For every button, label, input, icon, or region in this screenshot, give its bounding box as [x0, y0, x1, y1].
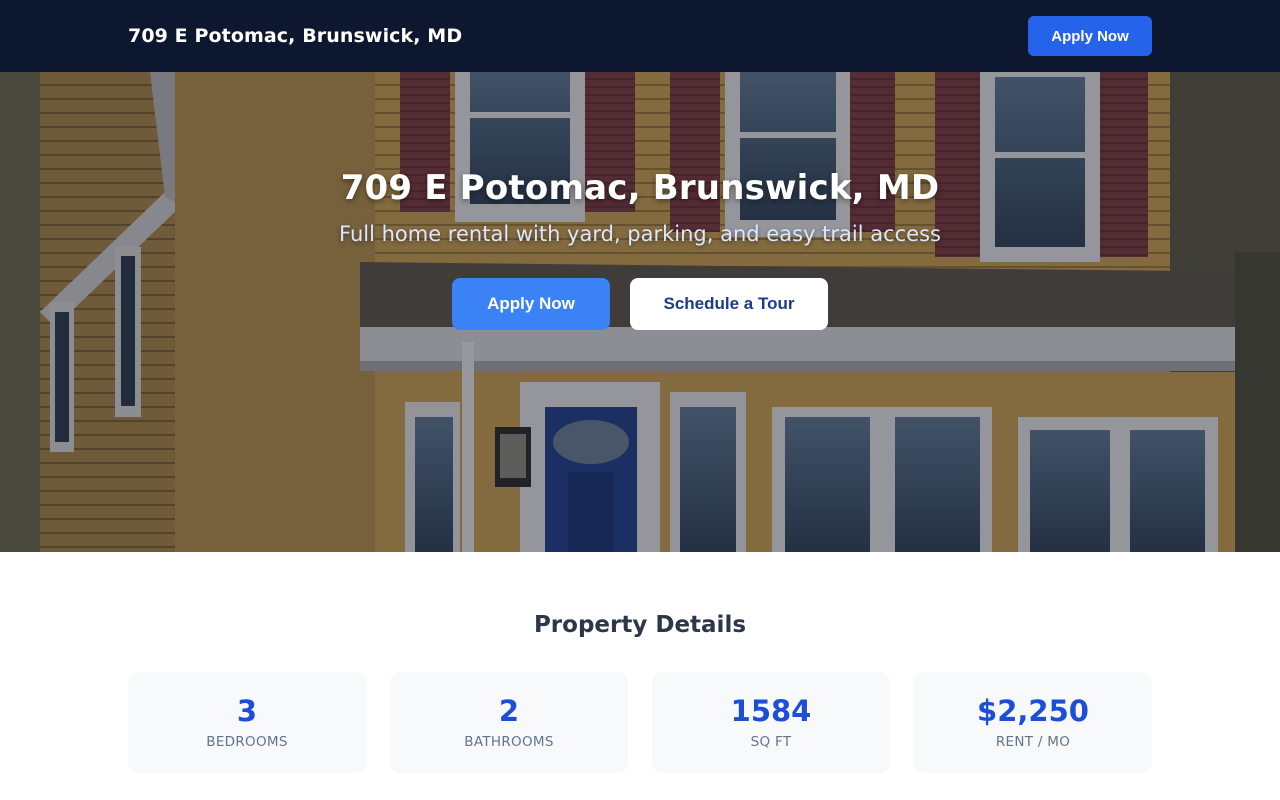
stat-value: $2,250: [977, 694, 1089, 728]
hero-title: 709 E Potomac, Brunswick, MD: [340, 168, 940, 208]
top-navbar: 709 E Potomac, Brunswick, MD Apply Now: [0, 0, 1280, 72]
stats-grid: 3 BEDROOMS 2 BATHROOMS 1584 SQ FT $2,250…: [128, 672, 1152, 773]
stat-value: 3: [236, 694, 258, 728]
hero-subtitle: Full home rental with yard, parking, and…: [339, 222, 941, 246]
stat-card-bathrooms: 2 BATHROOMS: [390, 672, 628, 773]
stat-card-bedrooms: 3 BEDROOMS: [128, 672, 366, 773]
stat-label: SQ FT: [750, 734, 792, 750]
stat-label: RENT / MO: [995, 734, 1071, 750]
hero-section: 709 E Potomac, Brunswick, MD Full home r…: [0, 72, 1280, 552]
hero-content: 709 E Potomac, Brunswick, MD Full home r…: [0, 72, 1280, 552]
hero-apply-button[interactable]: Apply Now: [452, 278, 610, 330]
nav-apply-button[interactable]: Apply Now: [1028, 16, 1152, 56]
site-title[interactable]: 709 E Potomac, Brunswick, MD: [128, 25, 462, 47]
stat-label: BEDROOMS: [206, 734, 288, 750]
schedule-tour-button[interactable]: Schedule a Tour: [630, 278, 828, 330]
stat-card-sqft: 1584 SQ FT: [652, 672, 890, 773]
details-title: Property Details: [533, 612, 747, 638]
stat-value: 2: [498, 694, 520, 728]
hero-buttons: Apply Now Schedule a Tour: [452, 278, 828, 330]
stat-label: BATHROOMS: [464, 734, 554, 750]
property-details-section: Property Details 3 BEDROOMS 2 BATHROOMS …: [0, 552, 1280, 800]
stat-value: 1584: [730, 694, 812, 728]
stat-card-rent: $2,250 RENT / MO: [914, 672, 1152, 773]
